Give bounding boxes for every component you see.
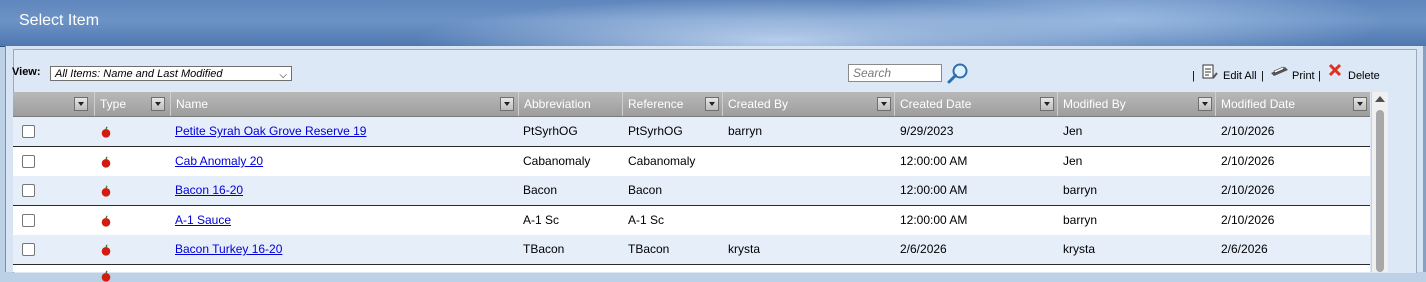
header-label: Created Date — [900, 97, 972, 111]
cell-abbreviation: A-1 Sc — [523, 213, 560, 227]
header-label: Modified By — [1063, 97, 1126, 111]
column-menu-button[interactable] — [877, 97, 891, 111]
header-modified-date[interactable]: Modified Date — [1215, 92, 1370, 116]
cell-created-by: barryn — [728, 124, 763, 138]
toolbar-separator: | — [1318, 70, 1321, 82]
row-checkbox[interactable] — [22, 125, 35, 138]
vertical-scrollbar[interactable] — [1371, 92, 1388, 272]
apple-icon — [101, 156, 111, 168]
cell-abbreviation: TBacon — [523, 242, 565, 256]
item-name-link[interactable]: Bacon Turkey 16-20 — [175, 235, 282, 264]
toolbar-separator: | — [1261, 70, 1264, 82]
edit-all-icon[interactable] — [1200, 64, 1218, 80]
table-row[interactable]: Bacon 16-20 Bacon Bacon 12:00:00 AM barr… — [13, 176, 1370, 206]
item-name-link[interactable]: Cab Anomaly 20 — [175, 147, 263, 176]
delete-x-icon[interactable] — [1328, 63, 1342, 77]
cell-abbreviation: Cabanomaly — [523, 154, 591, 168]
view-select-value: All Items: Name and Last Modified — [55, 68, 223, 80]
header-name[interactable]: Name — [170, 92, 518, 116]
table-row[interactable]: A-1 Sauce A-1 Sc A-1 Sc 12:00:00 AM barr… — [13, 206, 1370, 236]
magnifier-icon[interactable] — [946, 62, 970, 86]
cell-created-by: krysta — [728, 242, 761, 256]
header-label: Abbreviation — [524, 97, 591, 111]
row-checkbox[interactable] — [22, 243, 35, 256]
item-name-link[interactable]: A-1 Sauce — [175, 206, 231, 235]
edit-all-button[interactable]: Edit All — [1223, 68, 1257, 84]
cell-reference: A-1 Sc — [628, 213, 665, 227]
cell-modified-by: Jen — [1063, 154, 1083, 168]
cell-modified-date: 2/10/2026 — [1221, 183, 1275, 197]
apple-icon — [101, 215, 111, 227]
cell-modified-by: Jen — [1063, 124, 1083, 138]
column-menu-button[interactable] — [705, 97, 719, 111]
item-name-link[interactable]: Bacon 16-20 — [175, 176, 243, 205]
row-checkbox[interactable] — [22, 184, 35, 197]
column-menu-button[interactable] — [74, 97, 88, 111]
cell-created-date: 9/29/2023 — [900, 124, 954, 138]
view-select[interactable]: All Items: Name and Last Modified ⌵ — [50, 66, 292, 81]
cell-modified-by: barryn — [1063, 183, 1098, 197]
apple-icon — [101, 244, 111, 256]
header-select-column — [13, 92, 94, 116]
header-label: Reference — [628, 97, 684, 111]
cell-reference: Cabanomaly — [628, 154, 696, 168]
header-type[interactable]: Type — [94, 92, 170, 116]
apple-icon — [101, 126, 111, 138]
print-button[interactable]: Print — [1292, 68, 1315, 84]
cell-modified-date: 2/10/2026 — [1221, 213, 1275, 227]
cell-created-date: 12:00:00 AM — [900, 213, 968, 227]
grid-header: Type Name Abbreviation Reference Created… — [13, 92, 1370, 117]
table-row[interactable]: Bacon Turkey 16-20 TBacon TBacon krysta … — [13, 235, 1370, 265]
column-menu-button[interactable] — [1040, 97, 1054, 111]
cell-created-date: 12:00:00 AM — [900, 183, 968, 197]
apple-icon — [101, 185, 111, 197]
cell-reference: Bacon — [628, 183, 663, 197]
cell-reference: TBacon — [628, 242, 670, 256]
row-checkbox[interactable] — [22, 155, 35, 168]
table-row[interactable]: Cab Anomaly 20 Cabanomaly Cabanomaly 12:… — [13, 147, 1370, 177]
item-name[interactable]: Bacon 16-20 — [175, 183, 243, 197]
scroll-up-arrow-icon[interactable] — [1375, 96, 1385, 102]
header-created-by[interactable]: Created By — [722, 92, 894, 116]
item-name[interactable]: A-1 Sauce — [175, 213, 231, 227]
item-name[interactable]: Petite Syrah Oak Grove Reserve 19 — [175, 124, 366, 138]
search-input[interactable]: Search — [848, 64, 942, 82]
dialog-title: Select Item — [19, 12, 100, 29]
header-created-date[interactable]: Created Date — [894, 92, 1057, 116]
column-menu-button[interactable] — [1198, 97, 1212, 111]
cell-created-date: 2/6/2026 — [900, 242, 947, 256]
cell-modified-by: krysta — [1063, 242, 1096, 256]
cell-created-date: 12:00:00 AM — [900, 154, 968, 168]
column-menu-button[interactable] — [1353, 97, 1367, 111]
row-checkbox[interactable] — [22, 214, 35, 227]
item-name[interactable]: Bacon Turkey 16-20 — [175, 242, 282, 256]
toolbar-separator: | — [1192, 70, 1195, 82]
column-menu-button[interactable] — [151, 97, 165, 111]
table-row[interactable]: Petite Syrah Oak Grove Reserve 19 PtSyrh… — [13, 117, 1370, 147]
cell-modified-by: barryn — [1063, 213, 1098, 227]
view-label: View: — [12, 66, 41, 78]
cell-modified-date: 2/10/2026 — [1221, 154, 1275, 168]
header-reference[interactable]: Reference — [622, 92, 722, 116]
item-name-link[interactable]: Petite Syrah Oak Grove Reserve 19 — [175, 117, 366, 146]
item-name[interactable]: Cab Anomaly 20 — [175, 154, 263, 168]
header-label: Modified Date — [1221, 97, 1296, 111]
column-menu-button[interactable] — [500, 97, 514, 111]
printer-icon[interactable] — [1269, 64, 1289, 80]
cell-modified-date: 2/6/2026 — [1221, 242, 1268, 256]
header-abbreviation[interactable]: Abbreviation — [518, 92, 622, 116]
header-label: Type — [100, 97, 127, 111]
header-label: Created By — [728, 97, 789, 111]
dialog-titlebar[interactable]: Select Item — [0, 0, 1426, 47]
cell-abbreviation: PtSyrhOG — [523, 124, 578, 138]
header-label: Name — [176, 97, 209, 111]
header-modified-by[interactable]: Modified By — [1057, 92, 1215, 116]
delete-button[interactable]: Delete — [1348, 68, 1380, 84]
scrollbar-thumb[interactable] — [1376, 110, 1384, 272]
chevron-down-icon: ⌵ — [279, 70, 287, 81]
cell-abbreviation: Bacon — [523, 183, 558, 197]
cell-reference: PtSyrhOG — [628, 124, 683, 138]
cell-modified-date: 2/10/2026 — [1221, 124, 1275, 138]
table-row[interactable] — [13, 265, 1370, 282]
